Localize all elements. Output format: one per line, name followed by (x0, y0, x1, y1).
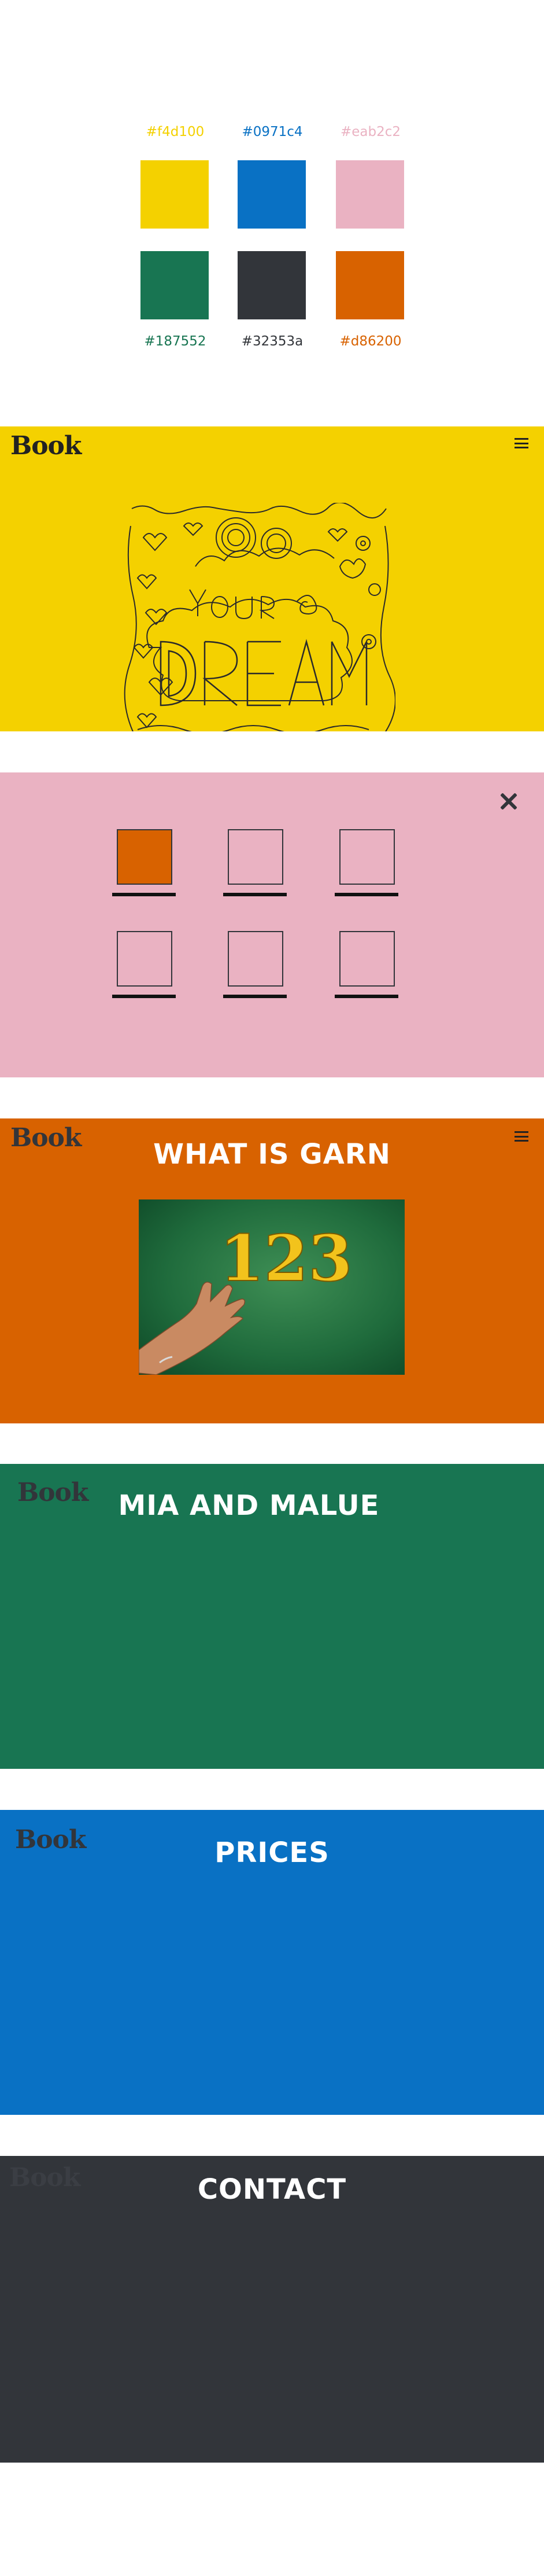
your-dream-illustration (124, 503, 395, 731)
item-underline (335, 893, 398, 896)
checkbox-checked[interactable] (117, 829, 172, 885)
item-underline (112, 893, 176, 896)
item-underline (335, 995, 398, 998)
prices-section: Book PRICES (0, 1810, 544, 2115)
checkbox-unchecked[interactable] (339, 829, 395, 885)
contact-section: Book CONTACT (0, 2156, 544, 2463)
menu-overlay-section (0, 772, 544, 1077)
swatch-label-orange: #d86200 (339, 334, 402, 349)
checkbox-item[interactable] (112, 931, 176, 998)
section-title: WHAT IS GARN (153, 1138, 391, 1171)
section-title: CONTACT (197, 2173, 347, 2206)
swatch-green (140, 251, 209, 319)
swatch-label-blue: #0971c4 (242, 124, 303, 139)
item-underline (223, 995, 287, 998)
numbers-photo: 123 (139, 1199, 405, 1375)
checkbox-unchecked[interactable] (228, 829, 283, 885)
swatch-pink (336, 160, 404, 229)
checkbox-unchecked[interactable] (339, 931, 395, 987)
checkbox-item[interactable] (335, 931, 398, 998)
color-palette: #f4d100 #0971c4 #eab2c2 #187552 #32353a … (0, 0, 544, 426)
section-title: PRICES (214, 1837, 330, 1869)
item-underline (223, 893, 287, 896)
swatch-yellow (140, 160, 209, 229)
swatch-label-pink: #eab2c2 (340, 124, 401, 139)
logo[interactable]: Book (10, 431, 82, 461)
numbers-text: 123 (220, 1221, 353, 1296)
section-title: MIA AND MALUE (118, 1489, 380, 1522)
hamburger-icon[interactable] (515, 438, 528, 448)
swatch-orange (336, 251, 404, 319)
checkbox-item[interactable] (223, 829, 287, 896)
checkbox-item[interactable] (112, 829, 176, 896)
checkbox-unchecked[interactable] (117, 931, 172, 987)
swatch-label-dark: #32353a (241, 334, 304, 349)
checkbox-unchecked[interactable] (228, 931, 283, 987)
item-underline (112, 995, 176, 998)
checkbox-item[interactable] (335, 829, 398, 896)
close-icon[interactable] (497, 790, 520, 813)
mia-and-malue-section: Book MIA AND MALUE (0, 1464, 544, 1769)
swatch-label-yellow: #f4d100 (146, 124, 205, 139)
hero-section: Book (0, 426, 544, 731)
swatch-dark (238, 251, 306, 319)
swatch-label-green: #187552 (144, 334, 206, 349)
what-is-garn-section: Book WHAT IS GARN 123 (0, 1118, 544, 1423)
swatch-blue (238, 160, 306, 229)
checkbox-item[interactable] (223, 931, 287, 998)
